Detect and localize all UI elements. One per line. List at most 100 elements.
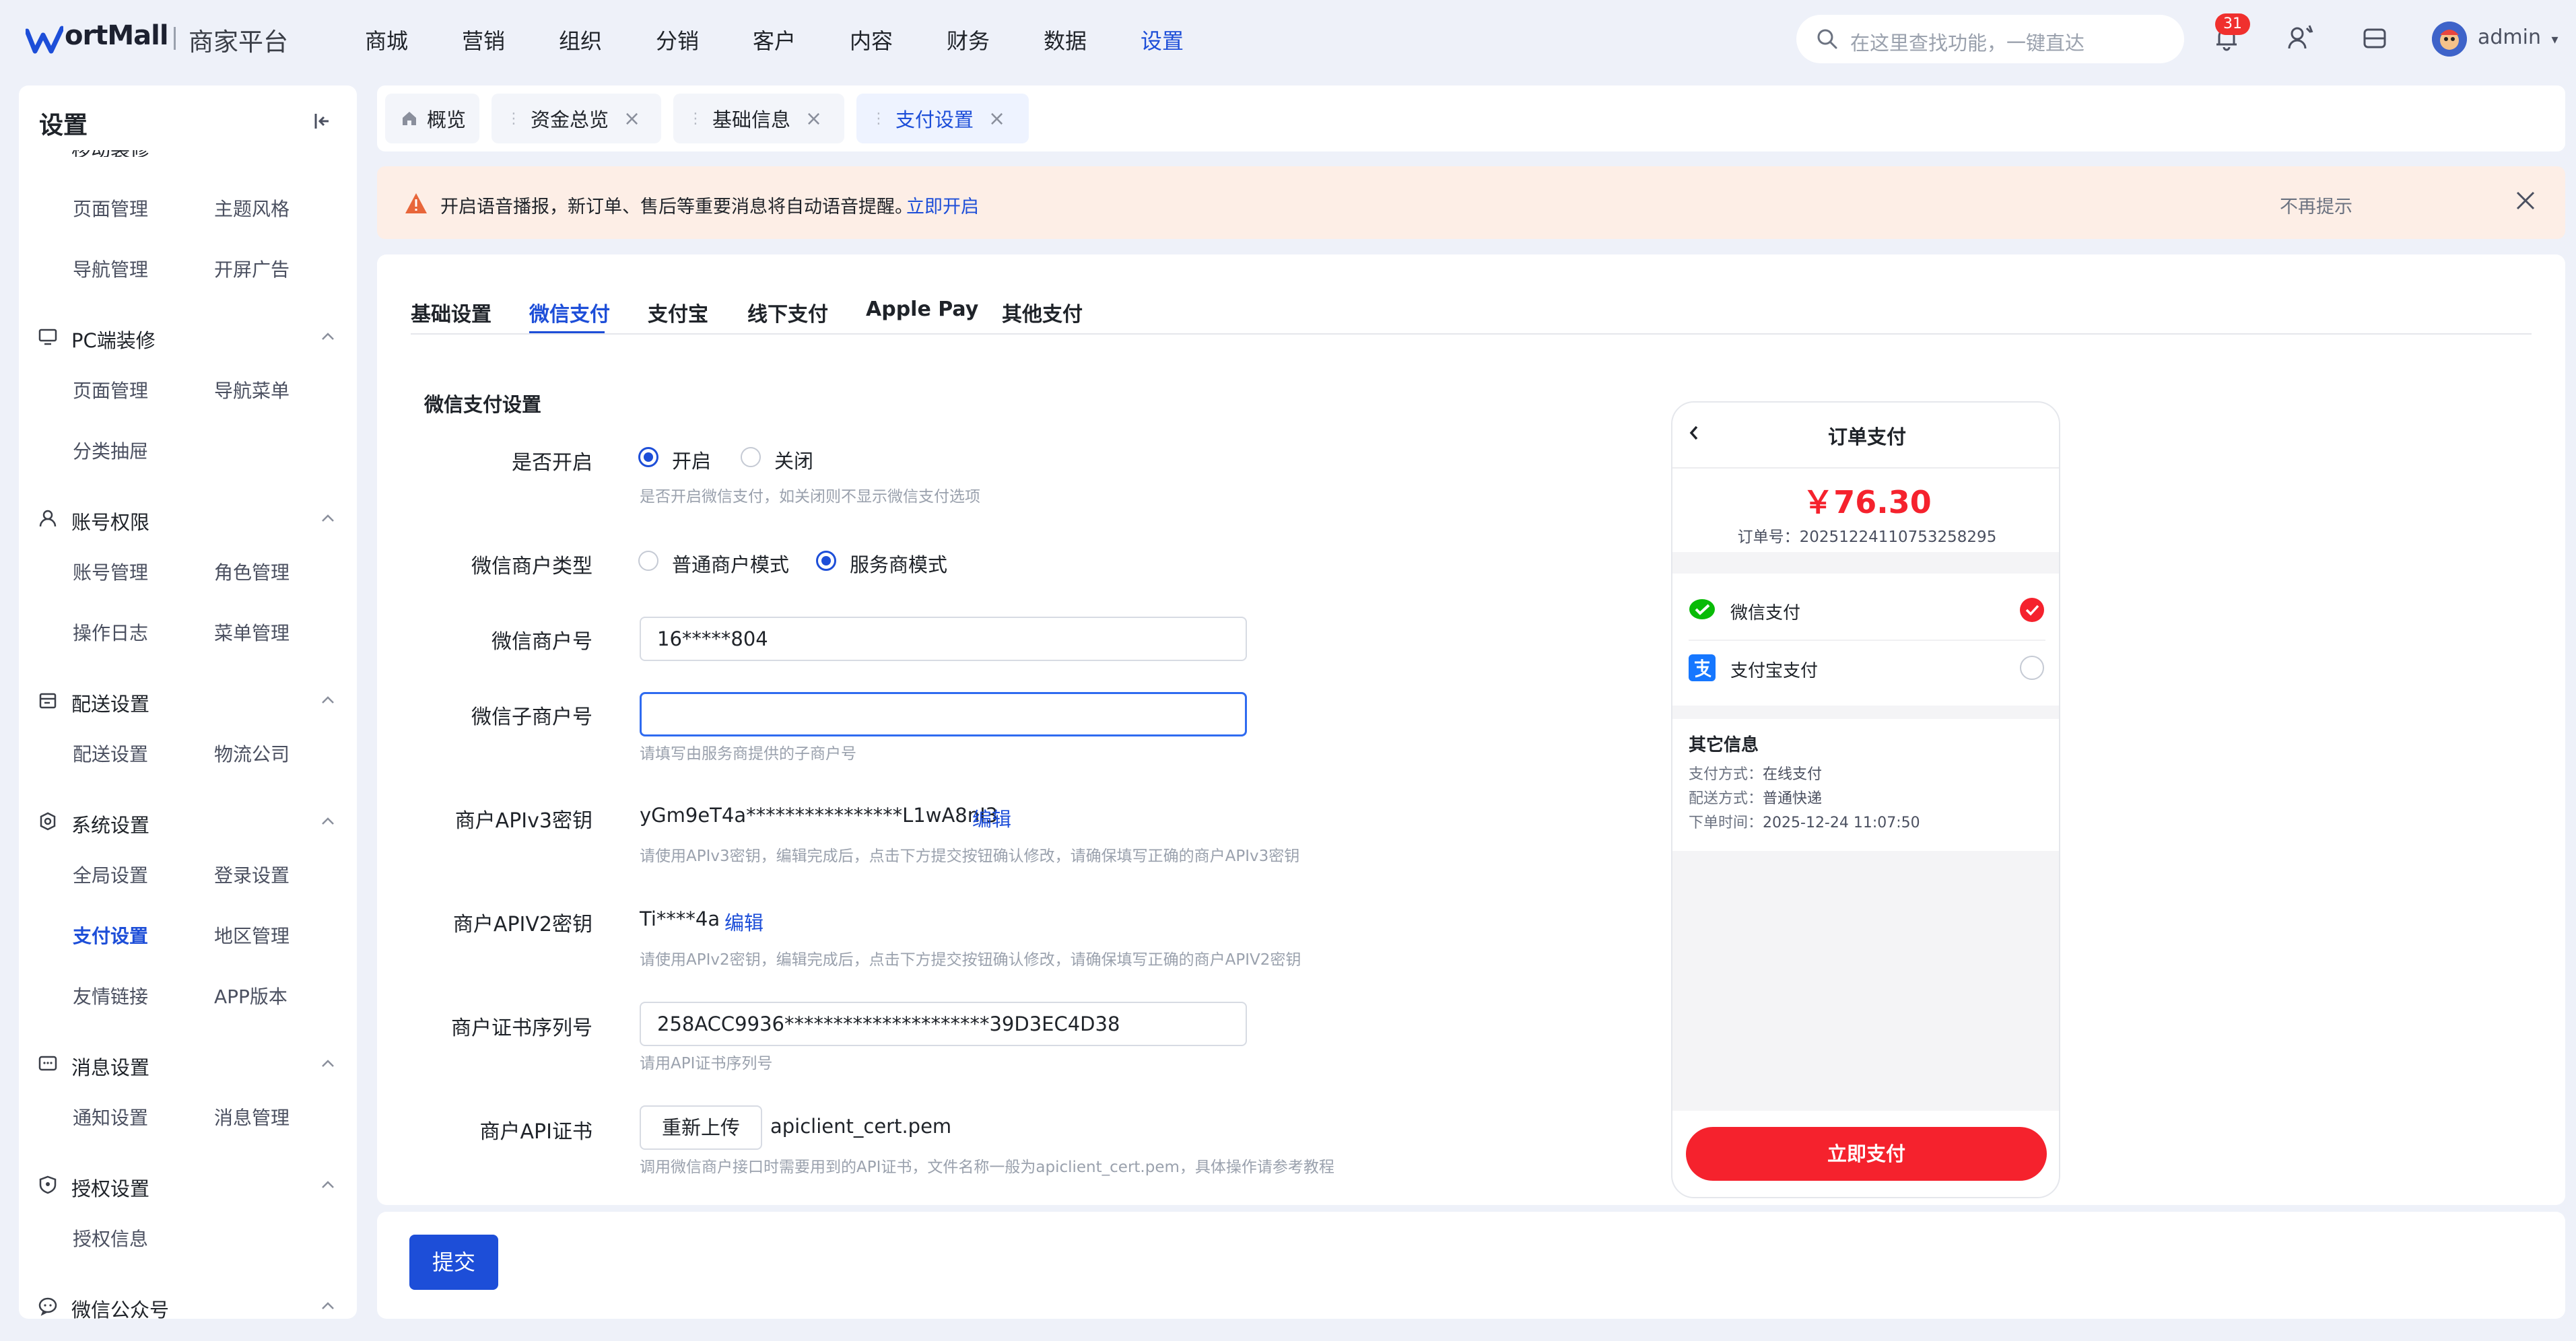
sidebar-group-2[interactable]: PC端装修 <box>19 321 357 353</box>
chevron-up-icon[interactable] <box>319 1176 337 1194</box>
sidebar-item-15-right[interactable]: 消息管理 <box>214 1103 290 1130</box>
sidebar-item-13-right[interactable]: APP版本 <box>214 982 287 1009</box>
drag-handle-icon: ⋮ <box>871 110 886 127</box>
global-search-input[interactable]: 在这里查找功能，一键直达 <box>1796 15 2184 63</box>
sidebar-item-0-right[interactable]: 主题风格 <box>214 195 290 221</box>
sidebar-group-5[interactable]: 账号权限 <box>19 503 357 535</box>
tab-other-pay[interactable]: 其他支付 <box>1002 298 1083 327</box>
sidebar-item-9-right[interactable]: 物流公司 <box>214 740 290 767</box>
sidebar-group-8[interactable]: 配送设置 <box>19 685 357 717</box>
logo-icon <box>26 26 63 54</box>
message-box-icon[interactable] <box>2359 23 2390 54</box>
alipay-label[interactable]: 支付宝支付 <box>1730 657 1818 682</box>
nav-organization[interactable]: 组织 <box>559 24 602 55</box>
apiv3-edit-link[interactable]: 编辑 <box>972 804 1011 832</box>
enable-off-label[interactable]: 关闭 <box>774 446 813 474</box>
sidebar-item-13-left[interactable]: 友情链接 <box>73 982 148 1009</box>
enable-on-label[interactable]: 开启 <box>672 446 711 474</box>
enable-on-radio[interactable] <box>638 447 658 467</box>
reupload-button[interactable]: 重新上传 <box>640 1105 762 1150</box>
close-icon[interactable] <box>2514 189 2537 212</box>
info-key: 支付方式： <box>1689 766 1763 783</box>
pay-now-button[interactable]: 立即支付 <box>1686 1127 2047 1181</box>
enable-off-radio[interactable] <box>741 447 761 467</box>
tab-apple-pay[interactable]: Apple Pay <box>866 298 978 321</box>
unselected-radio-icon[interactable] <box>2020 656 2044 680</box>
nav-mall[interactable]: 商城 <box>365 24 408 55</box>
nav-marketing[interactable]: 营销 <box>462 24 505 55</box>
nav-customers[interactable]: 客户 <box>753 24 796 55</box>
selected-check-icon[interactable] <box>2020 598 2044 622</box>
sidebar-item-3-right[interactable]: 导航菜单 <box>214 376 290 403</box>
merchant-service-label[interactable]: 服务商模式 <box>850 549 947 578</box>
page-tab-basic-info[interactable]: ⋮ 基础信息 × <box>673 94 844 143</box>
cert-serial-input[interactable]: 258ACC9936*********************39D3EC4D3… <box>640 1002 1247 1046</box>
sidebar-item-12-right[interactable]: 地区管理 <box>214 922 290 949</box>
merchant-type-label: 微信商户类型 <box>471 555 592 578</box>
order-number: 订单号：2025122411075325829​5 <box>1737 528 1997 546</box>
sidebar-group-14[interactable]: 消息设置 <box>19 1048 357 1080</box>
close-icon[interactable]: × <box>623 107 640 131</box>
chevron-up-icon[interactable] <box>319 328 337 345</box>
enable-label: 是否开启 <box>512 451 592 475</box>
nav-settings[interactable]: 设置 <box>1141 24 1184 55</box>
submit-button[interactable]: 提交 <box>409 1235 498 1290</box>
sidebar-item-11-left[interactable]: 全局设置 <box>73 861 148 888</box>
merchant-service-radio[interactable] <box>816 551 836 571</box>
tab-alipay[interactable]: 支付宝 <box>648 298 708 327</box>
sidebar-group-10[interactable]: 系统设置 <box>19 806 357 838</box>
sidebar-item-9-left[interactable]: 配送设置 <box>73 740 148 767</box>
user-menu[interactable]: admin ▾ <box>2478 26 2558 49</box>
close-icon[interactable]: × <box>805 107 822 131</box>
dismiss-alert-link[interactable]: 不再提示 <box>2280 192 2352 218</box>
sidebar-item-7-left[interactable]: 操作日志 <box>73 619 148 646</box>
nav-finance[interactable]: 财务 <box>947 24 990 55</box>
wechat-pay-label[interactable]: 微信支付 <box>1730 599 1800 624</box>
page-tab-overview[interactable]: 概览 <box>385 94 479 143</box>
close-icon[interactable]: × <box>988 107 1005 131</box>
page-tab-payment-settings[interactable]: ⋮ 支付设置 × <box>856 94 1029 143</box>
tab-basic-settings[interactable]: 基础设置 <box>411 298 492 327</box>
order-time-row: 下单时间：2025-12-24 11:07:50 <box>1689 811 1920 832</box>
sidebar-item-0-left[interactable]: 页面管理 <box>73 195 148 221</box>
chevron-up-icon[interactable] <box>319 1055 337 1072</box>
chevron-up-icon[interactable] <box>319 1297 337 1315</box>
sidebar-group-16[interactable]: 授权设置 <box>19 1169 357 1202</box>
merchant-normal-label[interactable]: 普通商户模式 <box>672 549 789 578</box>
sub-merchant-id-hint: 请填写由服务商提供的子商户号 <box>640 745 856 763</box>
merchant-normal-radio[interactable] <box>638 551 658 571</box>
nav-data[interactable]: 数据 <box>1044 24 1087 55</box>
sidebar-item-1-left[interactable]: 导航管理 <box>73 255 148 282</box>
collapse-sidebar-icon[interactable] <box>312 111 333 131</box>
sidebar-item-17-left[interactable]: 授权信息 <box>73 1225 148 1251</box>
sidebar-item-7-right[interactable]: 菜单管理 <box>214 619 290 646</box>
sidebar-item-1-right[interactable]: 开屏广告 <box>214 255 290 282</box>
info-key: 下单时间： <box>1689 815 1763 831</box>
chevron-up-icon[interactable] <box>319 691 337 709</box>
apiv2-edit-link[interactable]: 编辑 <box>724 907 764 936</box>
sidebar-item-11-right[interactable]: 登录设置 <box>214 861 290 888</box>
tab-offline-pay[interactable]: 线下支付 <box>747 298 828 327</box>
sub-merchant-id-input[interactable] <box>640 692 1247 736</box>
info-key: 配送方式： <box>1689 790 1763 807</box>
sidebar-group-label: 配送设置 <box>71 693 150 716</box>
chevron-up-icon[interactable] <box>319 813 337 830</box>
tab-wechat-pay[interactable]: 微信支付 <box>529 298 610 327</box>
nav-content[interactable]: 内容 <box>850 24 893 55</box>
nav-distribution[interactable]: 分销 <box>656 24 699 55</box>
chevron-up-icon[interactable] <box>319 510 337 527</box>
page-tab-funds[interactable]: ⋮ 资金总览 × <box>492 94 661 143</box>
sidebar-item-12-left[interactable]: 支付设置 <box>73 922 148 949</box>
merchant-id-input[interactable]: 16*****804 <box>640 617 1247 661</box>
search-placeholder: 在这里查找功能，一键直达 <box>1850 32 2085 55</box>
sidebar-item-3-left[interactable]: 页面管理 <box>73 376 148 403</box>
enable-voice-link[interactable]: 立即开启 <box>906 192 979 218</box>
sidebar-group-18[interactable]: 微信公众号 <box>19 1291 357 1319</box>
sidebar-item-6-left[interactable]: 账号管理 <box>73 558 148 585</box>
sidebar-item-15-left[interactable]: 通知设置 <box>73 1103 148 1130</box>
merchant-id-label: 微信商户号 <box>492 630 592 654</box>
voice-broadcast-icon[interactable] <box>2285 23 2316 54</box>
avatar[interactable] <box>2432 22 2467 57</box>
sidebar-item-4-left[interactable]: 分类抽屉 <box>73 437 148 464</box>
sidebar-item-6-right[interactable]: 角色管理 <box>214 558 290 585</box>
